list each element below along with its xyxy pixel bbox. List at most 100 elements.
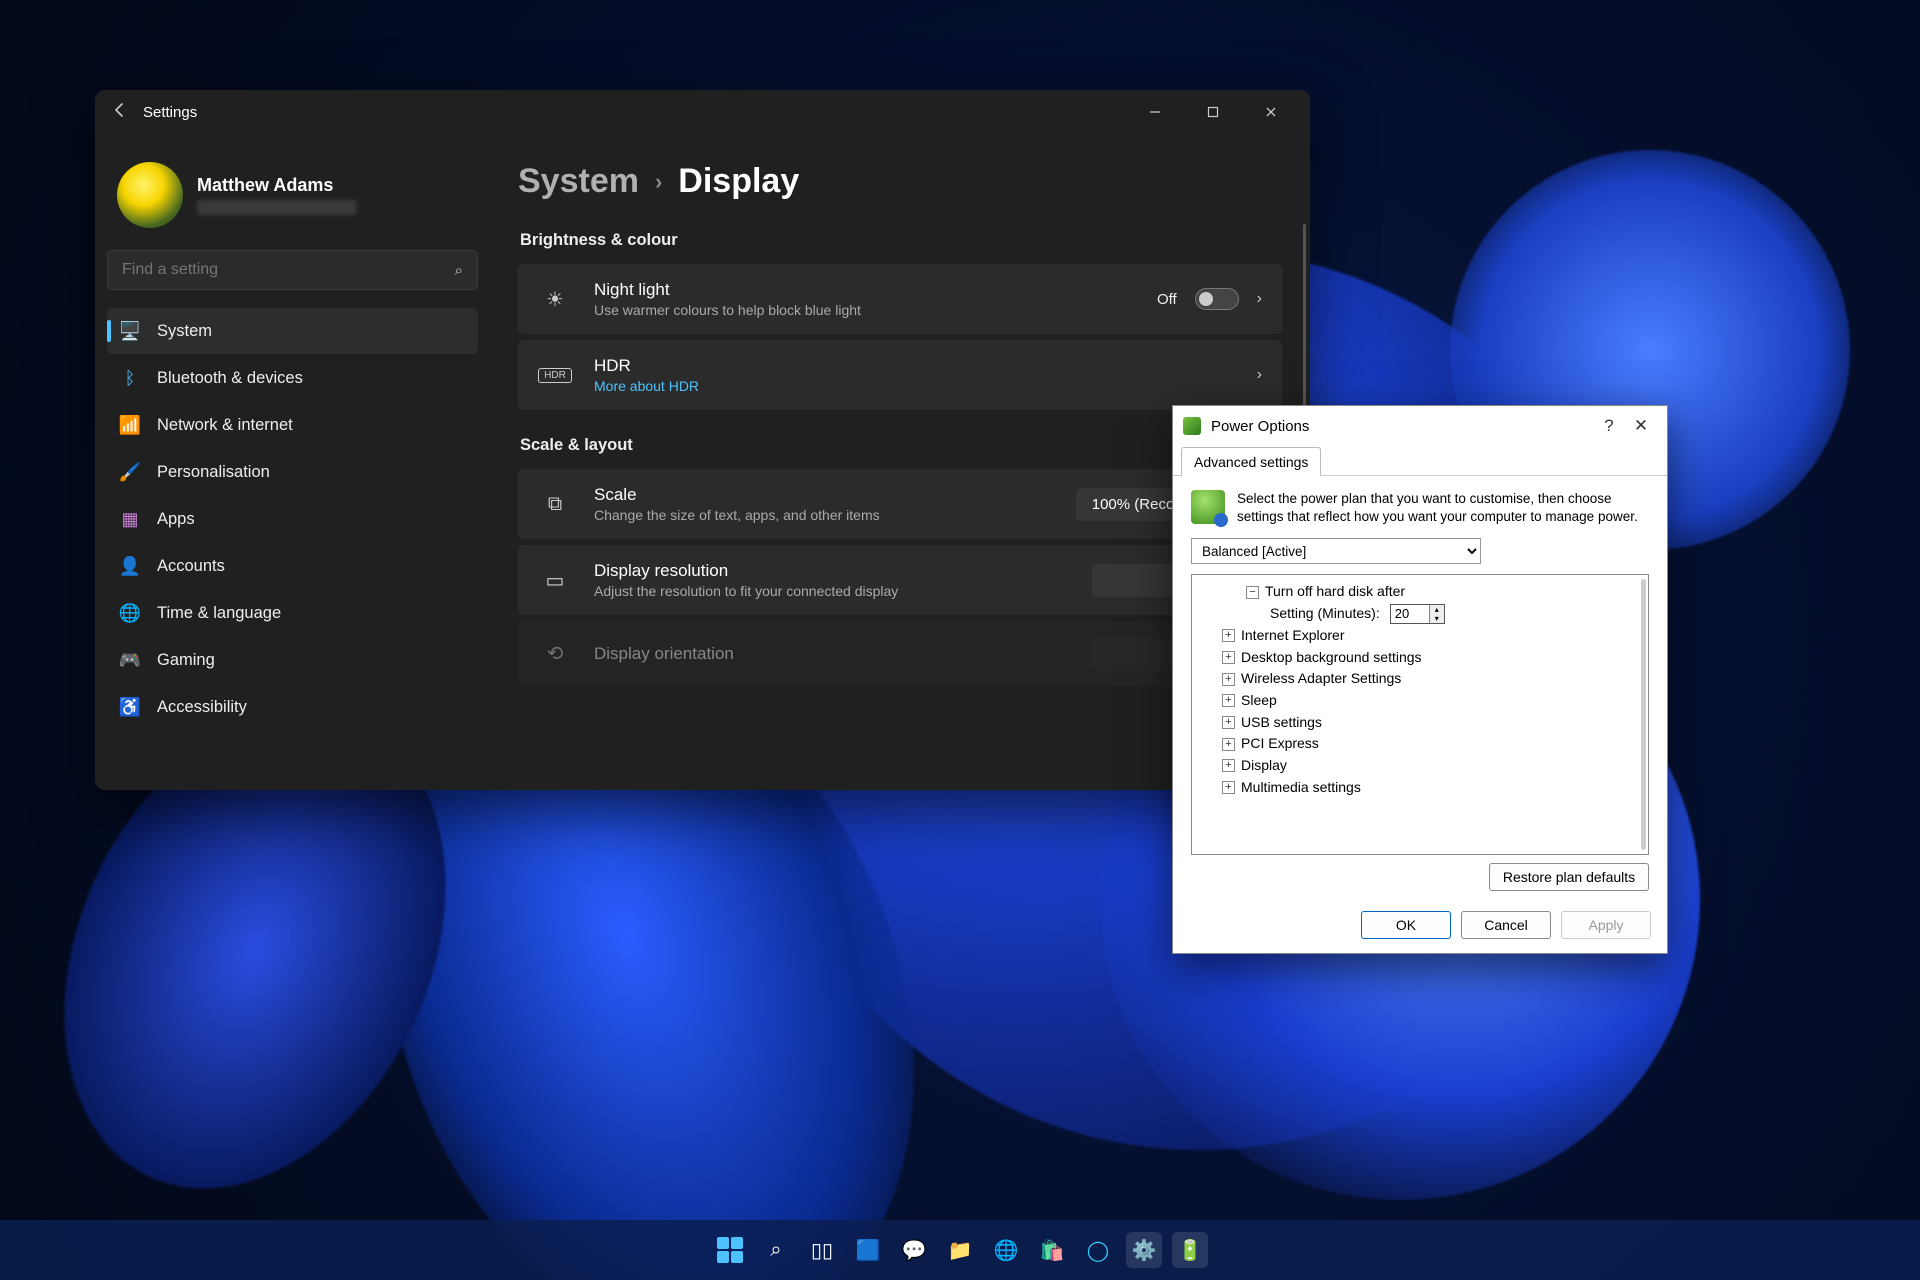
expand-icon[interactable]: + [1222,694,1235,707]
nav-label: Network & internet [157,416,293,435]
chevron-right-icon: › [655,169,662,195]
tree-label: Multimedia settings [1241,777,1361,799]
hdr-icon: HDR [538,368,572,383]
power-plan-icon [1183,417,1201,435]
nav-item-network-internet[interactable]: 📶 Network & internet [107,402,478,448]
section-scale: Scale & layout [520,436,1282,455]
nav-item-apps[interactable]: ▦Apps [107,496,478,542]
apply-button: Apply [1561,911,1651,939]
nav-icon: 📶 [119,414,141,436]
profile-name: Matthew Adams [197,175,357,196]
expand-icon[interactable]: + [1222,629,1235,642]
spin-down[interactable]: ▾ [1430,614,1444,623]
taskbar-power-options[interactable]: 🔋 [1172,1232,1208,1268]
nav-item-system[interactable]: 🖥️System [107,308,478,354]
spin-up[interactable]: ▴ [1430,605,1444,614]
nav-label: Accessibility [157,698,247,717]
card-orientation: ⟲ Display orientation Landscape [518,621,1282,686]
collapse-icon[interactable]: − [1246,586,1259,599]
restore-defaults-button[interactable]: Restore plan defaults [1489,863,1649,891]
expand-icon[interactable]: + [1222,759,1235,772]
card-hdr[interactable]: HDR HDR More about HDR › [518,340,1282,410]
resolution-icon: ▭ [538,568,572,593]
cancel-button[interactable]: Cancel [1461,911,1551,939]
start-button[interactable] [712,1232,748,1268]
search-box[interactable]: ⌕ [107,250,478,290]
nav-label: System [157,322,212,341]
power-plan-select[interactable]: Balanced [Active] [1191,538,1481,564]
tree-item-multimedia-settings[interactable]: + Multimedia settings [1198,777,1642,799]
tree-item-wireless-adapter-settings[interactable]: +Wireless Adapter Settings [1198,668,1642,690]
hdr-title: HDR [594,356,1257,376]
nav-list: 🖥️SystemᛒBluetooth & devices 📶 Network & i… [107,308,478,730]
cortana[interactable]: ◯ [1080,1232,1116,1268]
sun-icon: ☀ [538,287,572,312]
close-button[interactable]: ✕ [1625,416,1657,436]
scrollbar[interactable] [1641,579,1646,850]
power-settings-tree[interactable]: − Turn off hard disk after Setting (Minu… [1191,574,1649,855]
power-description-row: Select the power plan that you want to c… [1191,490,1649,526]
microsoft-store[interactable]: 🛍️ [1034,1232,1070,1268]
nav-item-accounts[interactable]: 👤Accounts [107,543,478,589]
card-night-light[interactable]: ☀ Night light Use warmer colours to help… [518,264,1282,334]
tree-hard-disk[interactable]: − Turn off hard disk after [1198,581,1642,603]
maximize-button[interactable] [1184,90,1242,134]
tree-label: Desktop background settings [1241,647,1422,669]
task-view[interactable]: ▯▯ [804,1232,840,1268]
card-resolution[interactable]: ▭ Display resolution Adjust the resoluti… [518,545,1282,615]
tree-item-display[interactable]: + Display [1198,755,1642,777]
night-light-state: Off [1157,291,1177,308]
tab-strip: Advanced settings [1173,446,1667,476]
tree-hard-disk-setting[interactable]: Setting (Minutes): ▴▾ [1198,603,1642,625]
night-light-toggle[interactable] [1195,288,1239,310]
profile-block[interactable]: Matthew Adams [107,144,478,250]
taskbar-search[interactable]: ⌕ [758,1232,794,1268]
minutes-input[interactable] [1391,606,1429,621]
chevron-right-icon: › [1257,290,1262,308]
minimize-button[interactable] [1126,90,1184,134]
chat[interactable]: 💬 [896,1232,932,1268]
taskbar-settings[interactable]: ⚙️ [1126,1232,1162,1268]
nav-icon: 🌐 [119,602,141,624]
settings-titlebar: Settings [95,90,1310,134]
scale-icon: ⧉ [538,493,572,516]
tree-label: Internet Explorer [1241,625,1345,647]
file-explorer[interactable]: 📁 [942,1232,978,1268]
nav-item-bluetooth-devices[interactable]: ᛒBluetooth & devices [107,355,478,401]
expand-icon[interactable]: + [1222,781,1235,794]
expand-icon[interactable]: + [1222,716,1235,729]
back-button[interactable] [105,102,135,123]
hdr-link[interactable]: More about HDR [594,378,1257,394]
help-button[interactable]: ? [1593,416,1625,436]
tree-label: Display [1241,755,1287,777]
tree-item-sleep[interactable]: + Sleep [1198,690,1642,712]
tree-label: Sleep [1241,690,1277,712]
nav-label: Accounts [157,557,225,576]
nav-item-time-language[interactable]: 🌐Time & language [107,590,478,636]
nav-icon: ▦ [119,508,141,530]
tree-item-internet-explorer[interactable]: + Internet Explorer [1198,625,1642,647]
close-button[interactable] [1242,90,1300,134]
nav-item-gaming[interactable]: 🎮Gaming [107,637,478,683]
edge[interactable]: 🌐 [988,1232,1024,1268]
expand-icon[interactable]: + [1222,738,1235,751]
expand-icon[interactable]: + [1222,673,1235,686]
nav-item-accessibility[interactable]: ♿Accessibility [107,684,478,730]
breadcrumb-parent[interactable]: System [518,162,639,201]
minutes-spinner[interactable]: ▴▾ [1390,604,1445,624]
nav-icon: 🎮 [119,649,141,671]
tree-item-pci-express[interactable]: +PCI Express [1198,733,1642,755]
nav-item-personalisation[interactable]: 🖌️Personalisation [107,449,478,495]
power-title: Power Options [1211,418,1593,435]
widgets[interactable]: 🟦 [850,1232,886,1268]
nav-label: Bluetooth & devices [157,369,303,388]
search-input[interactable] [122,261,455,279]
tree-item-desktop-background-settings[interactable]: + Desktop background settings [1198,647,1642,669]
search-icon: ⌕ [455,262,463,279]
tab-advanced-settings[interactable]: Advanced settings [1181,447,1321,476]
nav-icon: 🖌️ [119,461,141,483]
expand-icon[interactable]: + [1222,651,1235,664]
tree-item-usb-settings[interactable]: +USB settings [1198,712,1642,734]
card-scale[interactable]: ⧉ Scale Change the size of text, apps, a… [518,469,1282,539]
ok-button[interactable]: OK [1361,911,1451,939]
